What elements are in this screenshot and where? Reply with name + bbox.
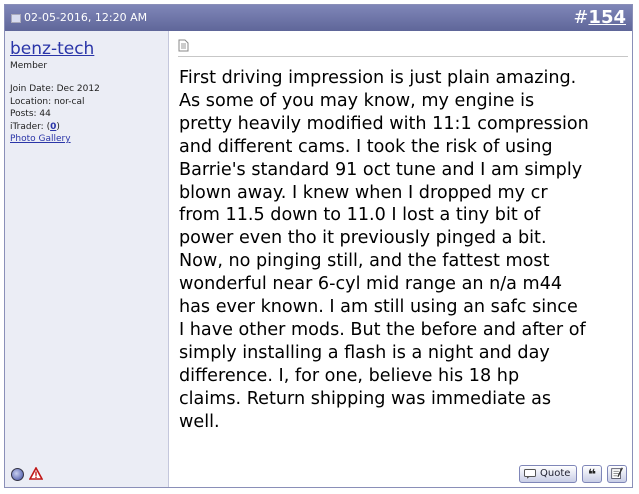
message-line: wonderful near 6-cyl mid range an n/a m4…	[179, 274, 563, 295]
post-count: Posts: 44	[10, 109, 51, 119]
post-content: First driving impression is just plain a…	[169, 31, 632, 487]
message-line: simply installing a flash is a night and…	[179, 342, 550, 363]
quote-label: Quote	[540, 468, 571, 479]
message-line: pretty heavily modified with 11:1 compre…	[179, 113, 589, 134]
location: Location: nor-cal	[10, 96, 85, 107]
message-line: I have other mods. But the before and af…	[179, 319, 586, 340]
message-line: difference. I, for one, believe his 18 h…	[179, 365, 520, 386]
join-date: Join Date: Dec 2012	[10, 84, 100, 94]
post-number-prefix: #	[573, 7, 589, 28]
message-line: As some of you may know, my engine is	[179, 90, 535, 111]
message-line: well.	[179, 411, 220, 432]
message-line: has ever known. I am still using an safc…	[179, 297, 578, 318]
post-date: 02-05-2016, 12:20 AM	[11, 11, 147, 24]
post-number-link[interactable]: 154	[588, 7, 626, 28]
multi-quote-icon: ❝	[587, 467, 597, 483]
forum-post: 02-05-2016, 12:20 AM #154 benz-tech Memb…	[4, 4, 633, 488]
report-post-icon[interactable]	[29, 467, 43, 480]
itrader-prefix: iTrader: (	[10, 121, 51, 132]
multi-quote-button[interactable]: ❝	[582, 465, 602, 483]
message-line: claims. Return shipping was immediate as	[179, 388, 552, 409]
user-sidebar: benz-tech Member Join Date: Dec 2012 Loc…	[5, 31, 169, 487]
post-date-icon	[11, 13, 21, 23]
message-line: First driving impression is just plain a…	[179, 68, 577, 88]
quote-button[interactable]: Quote	[519, 465, 577, 483]
quick-reply-button[interactable]	[607, 465, 627, 483]
message-line: Barrie's standard 91 oct tune and I am s…	[179, 159, 583, 180]
post-icon	[178, 39, 189, 52]
post-message: First driving impression is just plain a…	[179, 67, 631, 434]
username-link[interactable]: benz-tech	[10, 39, 94, 59]
online-status-icon	[11, 468, 24, 481]
quick-reply-icon	[611, 467, 623, 479]
post-number: #154	[573, 7, 626, 28]
message-line: power even tho it previously pinged a bi…	[179, 228, 547, 249]
itrader-suffix: )	[56, 121, 60, 132]
post-header: 02-05-2016, 12:20 AM #154	[5, 5, 632, 31]
itrader: iTrader: (0)	[10, 121, 100, 134]
photo-gallery-link[interactable]: Photo Gallery	[10, 134, 71, 144]
content-separator	[178, 56, 628, 57]
message-line: from 11.5 down to 11.0 I lost a tiny bit…	[179, 205, 541, 226]
user-info: Join Date: Dec 2012 Location: nor-cal Po…	[10, 83, 100, 146]
message-line: and different cams. I took the risk of u…	[179, 136, 553, 157]
user-title: Member	[10, 61, 48, 71]
quote-icon	[524, 469, 536, 479]
post-date-text: 02-05-2016, 12:20 AM	[24, 11, 148, 24]
message-line: Now, no pinging still, and the fattest m…	[179, 251, 550, 272]
message-line: blown away. I knew when I dropped my cr	[179, 182, 548, 203]
